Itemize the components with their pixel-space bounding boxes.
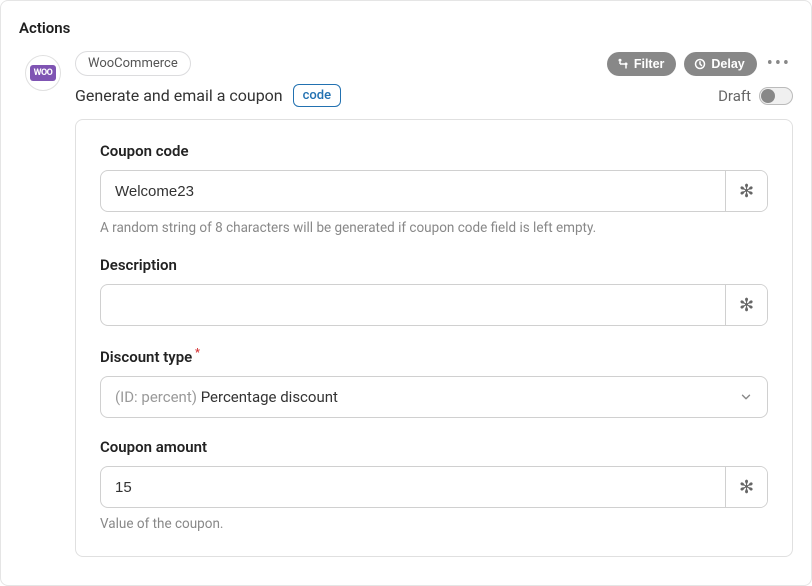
section-title: Actions bbox=[19, 19, 793, 37]
discount-type-id: (ID: percent) bbox=[115, 388, 197, 406]
delay-button-label: Delay bbox=[711, 57, 744, 71]
code-tag[interactable]: code bbox=[293, 84, 341, 107]
discount-type-label: Discount type * bbox=[100, 346, 768, 366]
asterisk-icon[interactable]: ✻ bbox=[725, 285, 767, 325]
discount-type-select[interactable]: (ID: percent) Percentage discount bbox=[100, 376, 768, 418]
clock-icon bbox=[694, 58, 706, 70]
filter-button[interactable]: Filter bbox=[607, 52, 677, 76]
chevron-down-icon bbox=[739, 390, 753, 404]
form-panel: Coupon code ✻ A random string of 8 chara… bbox=[75, 119, 793, 557]
required-marker: * bbox=[192, 346, 200, 359]
coupon-code-help: A random string of 8 characters will be … bbox=[100, 220, 768, 236]
coupon-code-label: Coupon code bbox=[100, 142, 768, 160]
more-menu-button[interactable]: ••• bbox=[765, 55, 793, 73]
toggle-knob bbox=[761, 89, 775, 103]
status-toggle[interactable] bbox=[759, 87, 793, 105]
filter-button-label: Filter bbox=[634, 57, 665, 71]
asterisk-icon[interactable]: ✻ bbox=[725, 171, 767, 211]
description-input[interactable] bbox=[101, 285, 725, 325]
asterisk-icon[interactable]: ✻ bbox=[725, 467, 767, 507]
coupon-amount-label: Coupon amount bbox=[100, 438, 768, 456]
coupon-amount-input[interactable] bbox=[101, 467, 725, 507]
app-icon: WOO bbox=[25, 55, 61, 91]
description-label: Description bbox=[100, 256, 768, 274]
discount-type-value: Percentage discount bbox=[201, 388, 338, 406]
delay-button[interactable]: Delay bbox=[684, 52, 756, 76]
action-title: Generate and email a coupon bbox=[75, 86, 283, 105]
filter-icon bbox=[617, 58, 629, 70]
status-label: Draft bbox=[718, 87, 751, 105]
coupon-code-input[interactable] bbox=[101, 171, 725, 211]
woo-badge: WOO bbox=[30, 65, 57, 81]
coupon-amount-help: Value of the coupon. bbox=[100, 516, 768, 532]
app-name-tag[interactable]: WooCommerce bbox=[75, 51, 191, 76]
